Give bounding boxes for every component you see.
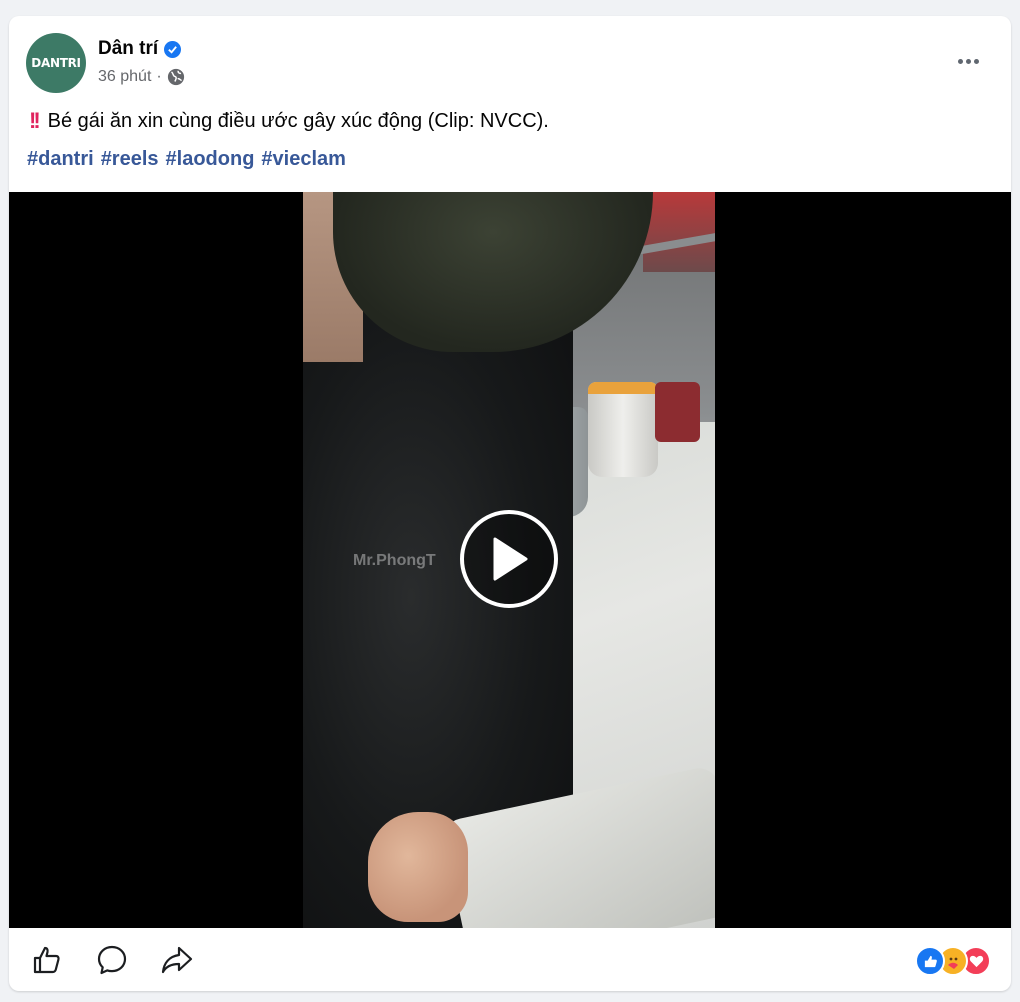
like-reaction-icon — [915, 946, 945, 976]
globe-icon[interactable] — [167, 68, 185, 86]
hashtag-laodong[interactable]: #laodong — [166, 148, 255, 171]
avatar-logo-text: DANTRI — [31, 56, 81, 70]
video-watermark: Mr.PhongT — [353, 552, 436, 569]
comment-icon[interactable] — [96, 944, 128, 976]
more-options-icon[interactable] — [953, 52, 983, 70]
thumbs-up-icon[interactable] — [31, 944, 63, 976]
double-exclamation-icon: !! — [29, 108, 41, 133]
post-meta: 36 phút · — [98, 68, 185, 86]
hashtag-vieclam[interactable]: #vieclam — [261, 148, 346, 171]
reaction-summary[interactable] — [915, 946, 991, 976]
hashtag-list: #dantri #reels #laodong #vieclam — [27, 148, 346, 171]
hashtag-dantri[interactable]: #dantri — [27, 148, 94, 171]
post-time[interactable]: 36 phút — [98, 68, 151, 86]
page-name-row: Dân trí — [98, 38, 182, 60]
video-player[interactable]: Mr.PhongT — [9, 192, 1011, 928]
hashtag-reels[interactable]: #reels — [101, 148, 159, 171]
caption-text: Bé gái ăn xin cùng điều ước gây xúc động… — [47, 109, 549, 132]
post-actions-bar — [9, 928, 1011, 991]
meta-separator: · — [156, 68, 162, 85]
post-card: DANTRI Dân trí 36 phút · !! Bé gái ăn xi… — [9, 16, 1011, 991]
post-caption: !! Bé gái ăn xin cùng điều ước gây xúc đ… — [29, 108, 549, 134]
page-avatar[interactable]: DANTRI — [26, 33, 86, 93]
play-icon[interactable] — [460, 510, 558, 608]
share-icon[interactable] — [161, 944, 193, 976]
page-name[interactable]: Dân trí — [98, 38, 158, 60]
verified-badge-icon — [164, 40, 182, 58]
